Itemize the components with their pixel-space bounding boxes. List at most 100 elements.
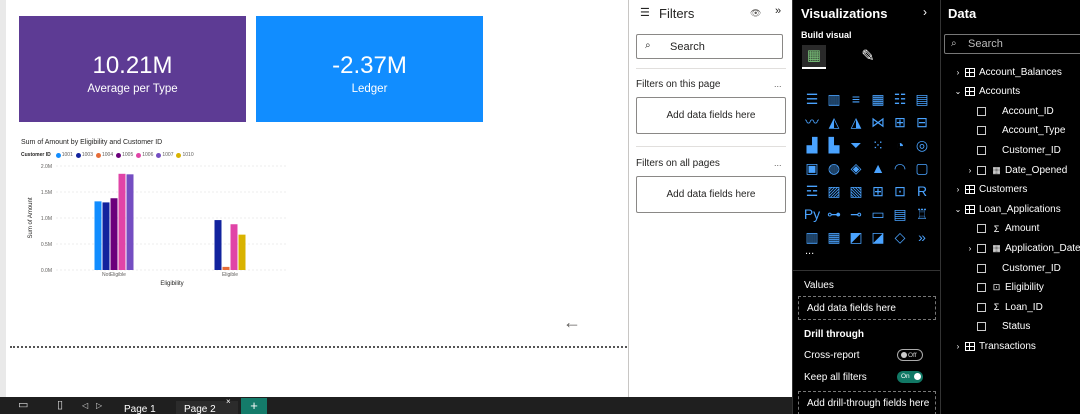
stacked-area-chart-icon[interactable]: ◮ (845, 111, 867, 134)
line-clustered-column-icon[interactable]: ⊟ (911, 111, 933, 134)
more-options-icon[interactable]: ... (774, 79, 782, 89)
funnel-chart-icon[interactable]: ⏷ (845, 134, 867, 157)
100-stacked-bar-chart-icon[interactable]: ☷ (889, 88, 911, 111)
field-customer-id[interactable]: Customer_ID (977, 259, 1061, 277)
chevron-right-icon[interactable]: › (965, 166, 975, 175)
field-amount[interactable]: Σ Amount (977, 220, 1039, 238)
table-icon[interactable]: ⊞ (867, 180, 889, 203)
azure-map-icon[interactable]: ▲ (867, 157, 889, 180)
stacked-column-chart-icon[interactable]: ▥ (823, 88, 845, 111)
page-tab-1[interactable]: Page 1 (116, 401, 164, 414)
waterfall-chart-icon[interactable]: ▟ (801, 134, 823, 157)
power-automate-flow-icon[interactable]: » (911, 226, 933, 249)
bar-1001-noteligible[interactable] (94, 201, 102, 270)
gauge-icon[interactable]: ◠ (889, 157, 911, 180)
drill-through-drop-zone[interactable]: Add drill-through fields here (798, 391, 936, 414)
cross-report-toggle[interactable]: Off (897, 349, 923, 361)
card-new-icon[interactable]: ▦ (823, 226, 845, 249)
goals-icon[interactable]: ♖ (911, 203, 933, 226)
filled-map-icon[interactable]: ◈ (845, 157, 867, 180)
field-checkbox[interactable] (977, 224, 986, 234)
field-checkbox[interactable] (977, 165, 986, 175)
field-eligibility[interactable]: ⊡ Eligibility (977, 279, 1044, 297)
line-chart-icon[interactable]: 〰 (801, 111, 823, 134)
scatter-chart-icon[interactable]: ⁙ (867, 134, 889, 157)
field-checkbox[interactable] (977, 302, 986, 312)
table-transactions[interactable]: › Transactions (953, 337, 1036, 355)
add-page-button[interactable]: + (241, 398, 267, 414)
filters-search-input[interactable]: ⌕ Search (636, 34, 783, 59)
chevron-right-icon[interactable]: › (953, 342, 963, 351)
bar-1006-noteligible[interactable] (118, 173, 126, 270)
table-accounts[interactable]: ⌄ Accounts (953, 83, 1021, 101)
bar-1006-eligible[interactable] (230, 224, 238, 270)
bar-1005-noteligible[interactable] (110, 198, 118, 270)
donut-chart-icon[interactable]: ◎ (911, 134, 933, 157)
narrative-icon[interactable]: ◇ (889, 226, 911, 249)
map-icon[interactable]: ◍ (823, 157, 845, 180)
mobile-view-icon[interactable]: ▯ (57, 398, 63, 411)
all-pages-filters-drop-zone[interactable]: Add data fields here (636, 176, 786, 213)
field-status[interactable]: Status (977, 318, 1030, 336)
values-drop-zone[interactable]: Add data fields here (798, 296, 936, 320)
field-checkbox[interactable] (977, 322, 986, 332)
prev-page-icon[interactable]: ◁ (82, 401, 88, 410)
field-application-date[interactable]: › ▦ Application_Date (965, 239, 1080, 257)
eye-icon[interactable]: 👁 (750, 8, 761, 19)
field-checkbox[interactable] (977, 106, 986, 116)
format-visual-icon[interactable]: ✎ (856, 46, 880, 70)
slicer-icon[interactable]: ▧ (845, 180, 867, 203)
power-apps-icon[interactable]: ◩ (845, 226, 867, 249)
close-page-icon[interactable]: × (226, 397, 231, 406)
kpi-card-ledger[interactable]: -2.37M Ledger (256, 16, 483, 122)
field-account-id[interactable]: Account_ID (977, 102, 1054, 120)
field-date-opened[interactable]: › ▦ Date_Opened (965, 161, 1068, 179)
chevron-down-icon[interactable]: ⌄ (953, 205, 963, 214)
more-visuals-icon[interactable]: ... (805, 245, 814, 257)
pie-chart-icon[interactable]: ◔ (889, 134, 911, 157)
back-arrow-icon[interactable]: ← (563, 313, 581, 331)
line-stacked-column-icon[interactable]: ⊞ (889, 111, 911, 134)
kpi-icon[interactable]: ▨ (823, 180, 845, 203)
table-customers[interactable]: › Customers (953, 181, 1028, 199)
bar-1007-noteligible[interactable] (126, 174, 134, 270)
power-automate-icon[interactable]: ◪ (867, 226, 889, 249)
field-checkbox[interactable] (977, 145, 986, 155)
next-page-icon[interactable]: ▷ (96, 401, 102, 410)
collapse-filters-icon[interactable]: » (775, 5, 781, 17)
matrix-icon[interactable]: ⊡ (889, 180, 911, 203)
100-stacked-column-chart-icon[interactable]: ▤ (911, 88, 933, 111)
field-customer-id[interactable]: Customer_ID (977, 141, 1061, 159)
desktop-view-icon[interactable]: ▭ (18, 398, 28, 411)
field-checkbox[interactable] (977, 263, 986, 273)
field-checkbox[interactable] (977, 283, 986, 293)
field-account-type[interactable]: Account_Type (977, 122, 1065, 140)
keep-all-filters-toggle[interactable]: On (897, 371, 923, 383)
python-visual-icon[interactable]: Py (801, 203, 823, 226)
bar-1004-eligible[interactable] (222, 266, 230, 270)
bar-1003-noteligible[interactable] (102, 202, 110, 270)
chevron-right-icon[interactable]: › (953, 185, 963, 194)
line-column-chart-icon[interactable]: ▙ (823, 134, 845, 157)
stacked-bar-chart-icon[interactable]: ☰ (801, 88, 823, 111)
bar-chart-visual[interactable]: Sum of Amount by Eligibility and Custome… (18, 136, 318, 296)
data-search-input[interactable]: ⌕ Search (944, 34, 1080, 54)
chevron-down-icon[interactable]: ⌄ (953, 87, 963, 96)
chevron-right-icon[interactable]: › (965, 244, 975, 253)
card-icon[interactable]: ▢ (911, 157, 933, 180)
field-checkbox[interactable] (977, 126, 986, 136)
page-filters-drop-zone[interactable]: Add data fields here (636, 97, 786, 134)
build-visual-table-icon[interactable]: ▦ (802, 45, 826, 69)
decomposition-tree-icon[interactable]: ⊸ (845, 203, 867, 226)
key-influencers-icon[interactable]: ⊶ (823, 203, 845, 226)
clustered-bar-chart-icon[interactable]: ≡ (845, 88, 867, 111)
clustered-column-chart-icon[interactable]: ▦ (867, 88, 889, 111)
multi-row-card-icon[interactable]: ☲ (801, 180, 823, 203)
area-chart-icon[interactable]: ◭ (823, 111, 845, 134)
field-loan-id[interactable]: Σ Loan_ID (977, 298, 1043, 316)
ribbon-chart-icon[interactable]: ⋈ (867, 111, 889, 134)
r-visual-icon[interactable]: R (911, 180, 933, 203)
field-checkbox[interactable] (977, 243, 986, 253)
chevron-right-icon[interactable]: › (953, 68, 963, 77)
bar-1003-eligible[interactable] (214, 220, 222, 270)
